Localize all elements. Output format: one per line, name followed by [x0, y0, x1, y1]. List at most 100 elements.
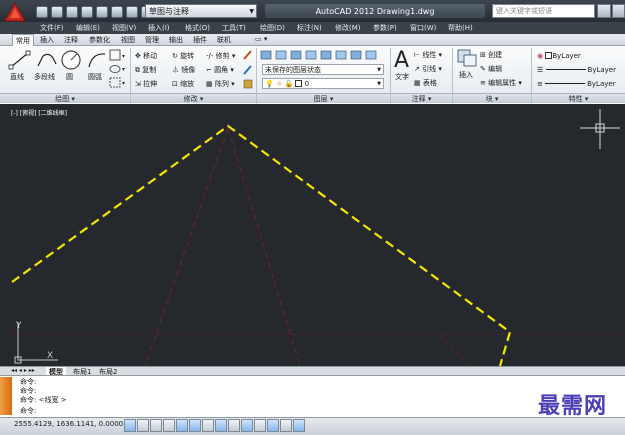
command-line[interactable] — [0, 375, 625, 417]
transparency-toggle[interactable] — [267, 419, 279, 432]
menu-dimension[interactable]: 标注(N) — [297, 23, 322, 33]
create-block-button[interactable]: ⊞ 创建 — [480, 50, 502, 60]
arc-icon[interactable] — [86, 50, 108, 70]
annotation-panel-title[interactable]: 注释 ▾ — [391, 93, 452, 103]
drawing-svg: Y X — [11, 109, 625, 366]
tab-insert[interactable]: 插入 — [37, 34, 57, 46]
modify-panel-title[interactable]: 修改 ▾ — [131, 93, 256, 103]
fillet-button[interactable]: ⌐ 圆角 ▾ — [206, 65, 234, 75]
tab-view[interactable]: 视图 — [118, 34, 138, 46]
quick-properties-toggle[interactable] — [280, 419, 292, 432]
workspace-value: 草图与注释 — [149, 6, 189, 16]
menu-edit[interactable]: 编辑(E) — [76, 23, 100, 33]
new-icon[interactable] — [36, 5, 48, 18]
menu-modify[interactable]: 修改(M) — [335, 23, 361, 33]
drawing-canvas[interactable]: Y X — [0, 104, 625, 366]
open-icon[interactable] — [51, 5, 63, 18]
dashed-polyline[interactable] — [11, 124, 512, 366]
table-button[interactable]: ▦ 表格 — [414, 78, 437, 88]
infer-constraints-toggle[interactable] — [124, 419, 136, 432]
polar-toggle[interactable] — [176, 419, 188, 432]
linear-dimension-button[interactable]: ⊢ 线性 ▾ — [414, 50, 442, 60]
layer-color-swatch — [295, 80, 303, 87]
menu-format[interactable]: 格式(O) — [185, 23, 210, 33]
menu-tools[interactable]: 工具(T) — [222, 23, 246, 33]
polyline-icon[interactable] — [35, 50, 59, 70]
tab-parametric[interactable]: 参数化 — [86, 34, 113, 46]
infocenter-icon[interactable] — [612, 4, 625, 18]
menu-window[interactable]: 窗口(W) — [410, 23, 436, 33]
properties-panel-title[interactable]: 特性 ▾ — [532, 93, 625, 103]
search-icon[interactable] — [597, 4, 611, 18]
command-prompt[interactable]: 命令: — [20, 406, 36, 416]
workspace-select[interactable]: 草图与注释 ▼ — [145, 4, 257, 18]
tab-home[interactable]: 常用 — [12, 34, 34, 46]
save-as-icon[interactable] — [81, 5, 93, 18]
tab-output[interactable]: 输出 — [166, 34, 186, 46]
edit-attributes-button[interactable]: ≋ 编辑属性 ▾ — [480, 78, 522, 88]
save-icon[interactable] — [66, 5, 78, 18]
ducs-toggle[interactable] — [228, 419, 240, 432]
otrack-toggle[interactable] — [215, 419, 227, 432]
lineweight-toggle[interactable] — [254, 419, 266, 432]
rotate-button[interactable]: ↻ 旋转 — [172, 51, 194, 61]
color-value: ByLayer — [552, 51, 581, 60]
menu-file[interactable]: 文件(F) — [40, 23, 64, 33]
dyn-toggle[interactable] — [241, 419, 253, 432]
menu-draw[interactable]: 绘图(D) — [260, 23, 285, 33]
tab-annotate[interactable]: 注释 — [61, 34, 81, 46]
trim-button[interactable]: -/- 修剪 ▾ — [206, 51, 235, 61]
edit-block-button[interactable]: ✎ 编辑 — [480, 64, 502, 74]
array-button[interactable]: ▦ 阵列 ▾ — [206, 79, 235, 89]
copy-button[interactable]: ⧉ 复制 — [135, 65, 156, 75]
search-input[interactable]: 键入关键字或短语 — [492, 4, 595, 18]
draw-tools-icon[interactable]: ▾ ▾ ▾ — [108, 49, 128, 91]
move-button[interactable]: ✥ 移动 — [135, 51, 157, 61]
viewport-controls[interactable]: [-] [俯视] [二维线框] — [11, 108, 67, 117]
rotate-label: 旋转 — [180, 52, 195, 60]
layer-tools-icon[interactable] — [260, 49, 385, 61]
tab-online[interactable]: 联机 — [214, 34, 234, 46]
print-icon[interactable] — [96, 5, 108, 18]
autocad-logo-icon[interactable] — [4, 2, 26, 22]
window-title: AutoCAD 2012 Drawing1.dwg — [265, 4, 485, 18]
coordinate-readout[interactable]: 2555.4129, 1636.1141, 0.0000 — [14, 420, 123, 428]
menu-parametric[interactable]: 参数(P) — [373, 23, 397, 33]
snap-toggle[interactable] — [137, 419, 149, 432]
line-icon[interactable] — [8, 50, 32, 70]
linetype-select[interactable]: ☰ ByLayer — [535, 64, 625, 75]
lineweight-select[interactable]: ≡ ByLayer — [535, 78, 625, 89]
selection-cycling-toggle[interactable] — [293, 419, 305, 432]
insert-block-icon[interactable] — [456, 48, 478, 68]
tab-plugins[interactable]: 插件 — [190, 34, 210, 46]
block-panel-title[interactable]: 块 ▾ — [453, 93, 531, 103]
grid-toggle[interactable] — [150, 419, 162, 432]
redo-icon[interactable] — [126, 5, 138, 18]
layers-panel-title[interactable]: 图层 ▾ — [257, 93, 390, 103]
draw-panel-title[interactable]: 绘图 ▾ — [0, 93, 130, 103]
ribbon-minimize-icon[interactable]: ▭ ▾ — [252, 34, 270, 46]
menu-view[interactable]: 视图(V) — [112, 23, 136, 33]
text-icon[interactable]: A — [393, 47, 411, 71]
menu-insert[interactable]: 插入(I) — [148, 23, 170, 33]
layer-state-select[interactable]: 未保存的图层状态 ▼ — [262, 64, 384, 75]
watermark: 最需网 — [537, 393, 607, 419]
menu-help[interactable]: 帮助(H) — [448, 23, 473, 33]
3d-osnap-toggle[interactable] — [202, 419, 214, 432]
leader-button[interactable]: ↗ 引线 ▾ — [414, 64, 442, 74]
mirror-button[interactable]: ⏃ 镜像 — [172, 65, 195, 75]
command-line-grip[interactable] — [0, 377, 12, 415]
scale-label: 缩放 — [180, 80, 195, 88]
tab-manage[interactable]: 管理 — [142, 34, 162, 46]
modify-tools-icon[interactable] — [242, 49, 254, 91]
color-swatch — [545, 52, 553, 59]
undo-icon[interactable] — [111, 5, 123, 18]
color-select[interactable]: ◉ ByLayer — [535, 50, 625, 61]
stretch-button[interactable]: ⇲ 拉伸 — [135, 79, 157, 89]
osnap-toggle[interactable] — [189, 419, 201, 432]
layer-select[interactable]: 💡 ☼ 🔓 0 ▼ — [262, 78, 384, 89]
circle-icon[interactable] — [60, 49, 82, 71]
scale-button[interactable]: ⊡ 缩放 — [172, 79, 194, 89]
bulb-icon: 💡 — [265, 79, 274, 88]
ortho-toggle[interactable] — [163, 419, 175, 432]
